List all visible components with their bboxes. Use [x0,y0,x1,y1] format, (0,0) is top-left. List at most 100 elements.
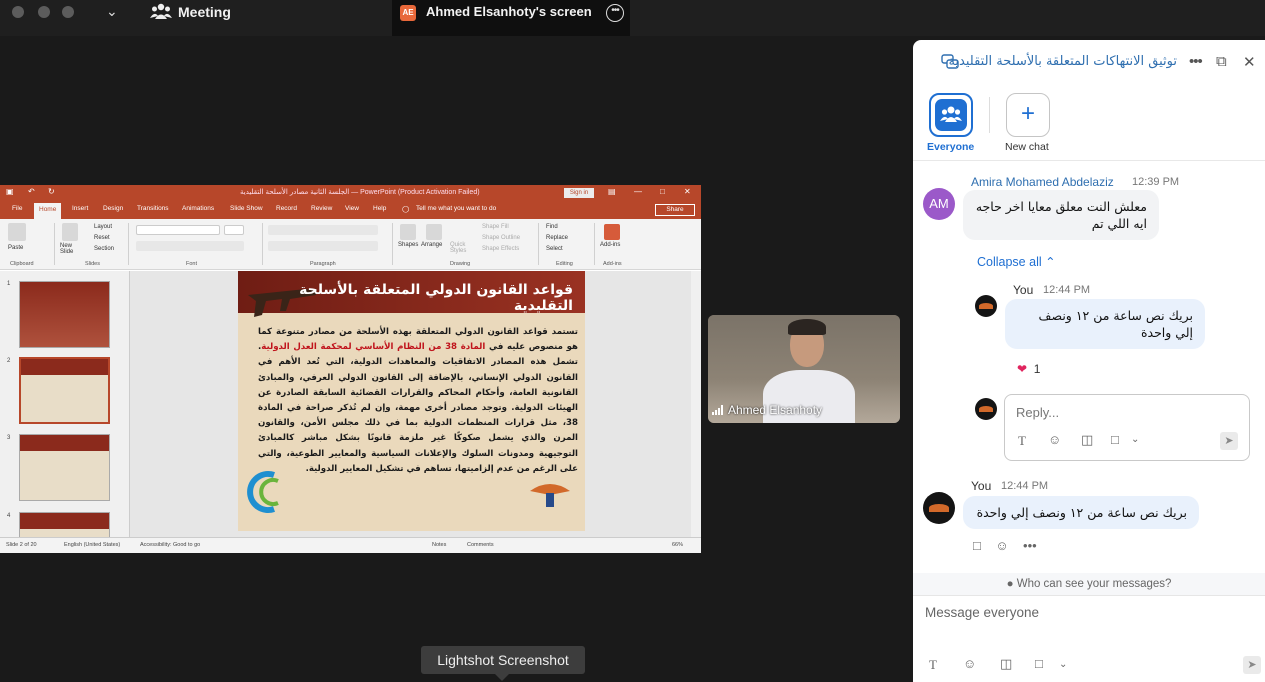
screenshot-icon[interactable]: □ [1035,656,1043,671]
participant-video-tile[interactable]: Ahmed Elsanhoty [708,315,900,423]
slide-text-part: . تشمل هذه المصادر الاتفاقيات والمعاهدات… [258,342,578,474]
add-reaction-icon[interactable]: ☺ [995,538,1008,553]
ribbon-divider [262,223,263,265]
pop-out-icon[interactable]: ⧉ [1216,53,1227,70]
participant-name-label: Ahmed Elsanhoty [712,403,822,417]
restore-icon: □ [660,187,665,196]
meeting-label[interactable]: Meeting [178,4,231,20]
new-chat-label: New chat [1005,141,1049,153]
more-icon[interactable]: ••• [1189,53,1203,70]
save-icon: ▣ [6,187,14,196]
message-bubble[interactable]: معلش النت معلق معايا اخر حاجه ايه اللي ت… [963,190,1159,240]
status-language: English (United States) [64,542,121,548]
privacy-text: Who can see your messages? [1016,578,1172,590]
ribbon-replace: Replace [546,235,569,241]
chevron-down-icon[interactable]: ⌄ [1131,434,1139,445]
reply-sender[interactable]: You [1013,283,1033,297]
send-icon[interactable]: ➤ [1220,432,1238,450]
ribbon-layout: Layout [94,224,113,230]
sharer-badge: AE [400,5,416,21]
privacy-notice[interactable]: ● Who can see your messages? [913,573,1265,595]
ppt-tab-record: Record [276,205,297,212]
avatar-you[interactable] [975,295,997,317]
emoji-icon[interactable]: ☺ [1048,432,1061,447]
ppt-vertical-scrollbar [691,271,701,537]
powerpoint-window: ▣ ↶ ↻ الجلسة الثانية مصادر الأسلحة التقل… [0,185,701,553]
everyone-label: Everyone [927,141,975,153]
everyone-icon-bg [935,99,967,131]
ribbon-display-icon: ▤ [608,187,616,196]
slide-thumbnail [19,281,110,348]
ppt-tab-transitions: Transitions [137,205,169,212]
window-zoom-dot[interactable] [62,6,74,18]
status-notes: Notes [432,542,447,548]
ribbon-shape-effects: Shape Effects [482,246,520,252]
ribbon-quick-styles: Quick Styles [450,242,467,254]
ppt-editor-area: 1 2 3 4 قواعد القانون الدولي المتعلقة با… [0,271,701,553]
thumb-number: 2 [7,358,11,364]
meeting-top-bar: ⌄ Meeting AE Ahmed Elsanhoty's screen ••… [0,0,1265,36]
avatar-you[interactable] [923,492,955,524]
collapse-all-link[interactable]: Collapse all ⌃ [977,254,1056,269]
message-sender[interactable]: You [971,479,991,493]
group-drawing: Drawing [450,261,471,267]
window-close-dot[interactable] [12,6,24,18]
people-icon [940,106,962,122]
minimize-icon: — [634,187,642,196]
chevron-down-icon[interactable]: ⌄ [106,3,118,20]
organization-logo-left [247,471,279,513]
group-clipboard: Clipboard [10,261,34,267]
chat-panel: توثيق الانتهاكات المتعلقة بالأسلحة التقل… [913,40,1265,682]
lightbulb-icon: ◯ [402,206,410,213]
chat-channel-title[interactable]: توثيق الانتهاكات المتعلقة بالأسلحة التقل… [948,54,1177,69]
reply-placeholder: Reply... [1016,405,1060,420]
compose-divider [913,595,1265,596]
reply-thread-icon[interactable]: □ [973,538,981,553]
thumb-number: 4 [7,513,11,519]
reply-bubble[interactable]: بريك نص ساعة من ١٢ ونصف إلي واحدة [1005,299,1205,349]
send-icon[interactable]: ➤ [1243,656,1261,674]
slide-thumbnail [19,434,110,501]
slide-body-text: تستمد قواعد القانون الدولي المتعلقة بهذه… [258,325,578,477]
ppt-tab-insert: Insert [72,205,89,212]
screenshot-icon[interactable]: □ [1111,432,1119,447]
new-chat-button[interactable]: + [1006,93,1050,137]
emoji-icon[interactable]: ☺ [963,656,976,671]
message-bubble[interactable]: بريك نص ساعة من ١٢ ونصف إلي واحدة [963,496,1199,529]
shared-screen-tab[interactable]: AE Ahmed Elsanhoty's screen ••• [392,0,630,36]
group-addins: Add-ins [603,261,622,267]
text-format-icon[interactable]: T [1018,433,1026,449]
shared-screen-title: Ahmed Elsanhoty's screen [426,4,592,19]
ppt-share-button: Share [655,204,695,216]
ribbon-paste: Paste [8,245,24,251]
chat-divider [913,160,1265,161]
avatar[interactable]: AM [923,188,955,220]
more-actions-icon[interactable]: ••• [1023,538,1037,553]
window-minimize-dot[interactable] [38,6,50,18]
meeting-participants-icon [150,3,172,19]
people-icon: ● [1006,578,1014,590]
more-options-icon[interactable]: ••• [606,4,624,22]
chevron-down-icon[interactable]: ⌄ [1059,659,1067,670]
reply-input[interactable]: Reply... T ☺ ◫ □ ⌄ ➤ [1004,394,1250,461]
file-icon[interactable]: ◫ [1081,432,1093,448]
video-person-hair [788,319,826,335]
text-format-icon[interactable]: T [929,657,937,673]
message-sender[interactable]: Amira Mohamed Abdelaziz [971,175,1114,189]
arrange-icon [426,224,442,240]
ribbon-reset: Reset [94,235,110,241]
close-chat-icon[interactable]: ✕ [1243,53,1256,71]
font-name-box [136,225,220,235]
ppt-ribbon-tabs: File Home Insert Design Transitions Anim… [0,201,701,219]
everyone-chat-tile[interactable] [929,93,973,137]
file-icon[interactable]: ◫ [1000,656,1012,672]
heart-reaction[interactable]: ❤ 1 [1017,362,1040,376]
organization-logo-right [530,484,570,507]
logo-icon [979,406,993,412]
message-compose-input[interactable]: Message everyone [925,605,1039,620]
addins-icon [604,224,620,240]
group-editing: Editing [556,261,573,267]
signal-strength-icon [712,405,726,415]
reply-text: بريك نص ساعة من ١٢ ونصف إلي واحدة [1038,308,1193,340]
ppt-tab-review: Review [311,205,333,212]
